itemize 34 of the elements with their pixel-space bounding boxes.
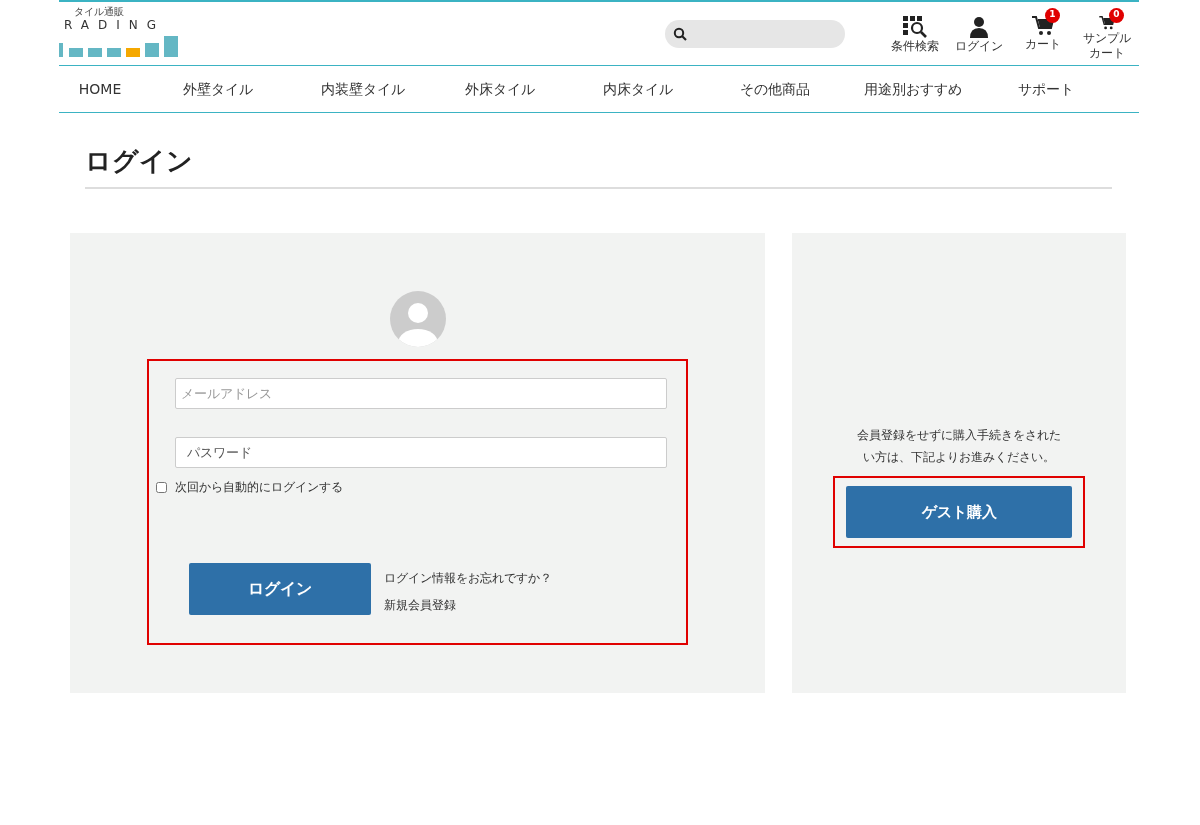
count-badge: 0: [1109, 7, 1124, 23]
nav-link[interactable]: 内装壁タイル: [294, 78, 431, 100]
nav-link[interactable]: 内床タイル: [569, 78, 706, 100]
nav-link[interactable]: 用途別おすすめ: [844, 78, 982, 100]
nav-link[interactable]: サポート: [982, 78, 1110, 100]
logo-tagline: タイル通販: [74, 5, 125, 18]
account-link[interactable]: ログイン情報をお忘れですか？: [384, 569, 552, 587]
guest-purchase-button[interactable]: ゲスト購入: [846, 486, 1072, 538]
header-link[interactable]: 条件検索: [891, 39, 939, 53]
user-icon: [970, 15, 988, 38]
remember-checkbox[interactable]: [156, 481, 167, 493]
search-icon: [673, 26, 687, 41]
nav-link[interactable]: 外壁タイル: [141, 78, 294, 100]
grid-search-icon: [903, 15, 927, 38]
header-link[interactable]: カート: [1089, 46, 1125, 60]
page-title: ログイン: [85, 145, 194, 177]
nav-link[interactable]: HOME: [59, 78, 141, 100]
logo-wordmark: RADING: [64, 17, 167, 32]
password-input[interactable]: パスワード: [175, 437, 667, 468]
email-input[interactable]: メールアドレス: [175, 378, 667, 409]
account-link[interactable]: 新規会員登録: [384, 596, 552, 614]
avatar-icon: [389, 291, 446, 347]
login-button[interactable]: ログイン: [189, 563, 371, 615]
header-link[interactable]: カート: [1025, 37, 1061, 51]
count-badge: 1: [1045, 7, 1060, 23]
header-link[interactable]: ログイン: [955, 39, 1003, 53]
header-link[interactable]: サンプル: [1083, 31, 1131, 45]
guest-notice: い方は、下記よりお進みください。: [863, 449, 1055, 466]
search-field[interactable]: [665, 19, 845, 48]
remember-label: 次回から自動的にログインする: [175, 479, 343, 496]
guest-notice: 会員登録をせずに購入手続きをされた: [857, 427, 1061, 444]
cart-icon: [1032, 15, 1054, 36]
nav-link[interactable]: その他商品: [706, 78, 844, 100]
nav-link[interactable]: 外床タイル: [431, 78, 569, 100]
